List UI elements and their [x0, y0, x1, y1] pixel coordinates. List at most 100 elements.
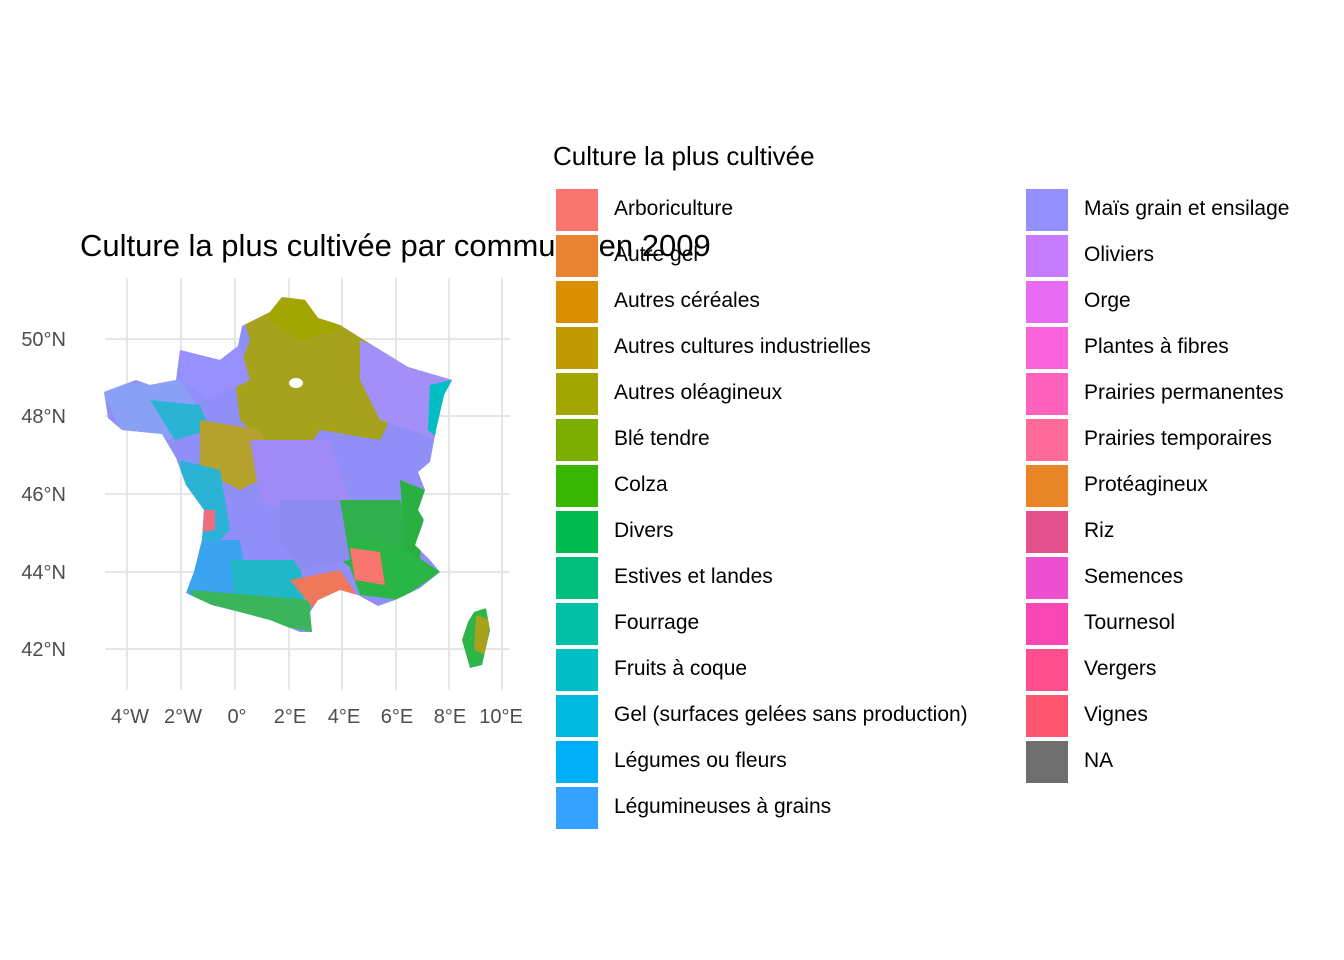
legend-item: NA: [1026, 738, 1289, 784]
legend-item: Riz: [1026, 508, 1289, 554]
legend-label: Orge: [1084, 289, 1131, 312]
legend-swatch: [1026, 603, 1068, 645]
legend-item: Légumes ou fleurs: [556, 738, 968, 784]
legend-swatch: [556, 603, 598, 645]
x-tick-label: 6°E: [381, 706, 413, 728]
legend-label: Prairies temporaires: [1084, 427, 1272, 450]
legend-item: Autres céréales: [556, 278, 968, 324]
x-tick-label: 0°: [227, 706, 246, 728]
legend-swatch: [1026, 373, 1068, 415]
legend-item: Orge: [1026, 278, 1289, 324]
legend-item: Autre gel: [556, 232, 968, 278]
legend-label: Gel (surfaces gelées sans production): [614, 703, 968, 726]
y-axis-labels: 50°N 48°N 46°N 44°N 42°N: [21, 329, 66, 661]
legend-swatch: [556, 327, 598, 369]
y-tick-label: 48°N: [21, 406, 66, 428]
legend-swatch: [1026, 741, 1068, 783]
legend-swatch: [1026, 419, 1068, 461]
legend-item: Divers: [556, 508, 968, 554]
legend-item: Oliviers: [1026, 232, 1289, 278]
legend-item: Maïs grain et ensilage: [1026, 186, 1289, 232]
legend-label: NA: [1084, 749, 1114, 772]
legend-item: Fruits à coque: [556, 646, 968, 692]
legend-swatch: [1026, 189, 1068, 231]
legend-swatch: [1026, 281, 1068, 323]
legend-item: Arboriculture: [556, 186, 968, 232]
legend-item: Fourrage: [556, 600, 968, 646]
vineyard-south: [350, 548, 385, 585]
legend-swatch: [556, 419, 598, 461]
legend-item: Autres cultures industrielles: [556, 324, 968, 370]
bordeaux-area: [200, 510, 215, 532]
paris-area: [289, 378, 303, 388]
legend-label: Autre gel: [614, 243, 699, 266]
legend-column-right: Maïs grain et ensilage Oliviers Orge Plante…: [1026, 186, 1289, 784]
legend-label: Protéagineux: [1084, 473, 1208, 496]
legend-swatch: [1026, 511, 1068, 553]
figure: Culture la plus cultivée par commune en …: [0, 0, 1344, 960]
legend-label: Maïs grain et ensilage: [1084, 197, 1290, 220]
legend-label: Oliviers: [1084, 243, 1155, 266]
legend-label: Plantes à fibres: [1084, 335, 1229, 358]
legend-label: Arboriculture: [614, 197, 734, 220]
legend-item: Estives et landes: [556, 554, 968, 600]
legend-item: Semences: [1026, 554, 1289, 600]
legend-label: Légumes ou fleurs: [614, 749, 787, 772]
legend-swatch: [1026, 695, 1068, 737]
legend-item: Prairies temporaires: [1026, 416, 1289, 462]
x-tick-label: 4°W: [111, 706, 149, 728]
legend-swatch: [556, 787, 598, 829]
legend-item: Autres oléagineux: [556, 370, 968, 416]
legend-item: Vignes: [1026, 692, 1289, 738]
legend-label: Colza: [614, 473, 668, 496]
legend-swatch: [1026, 465, 1068, 507]
x-tick-label: 8°E: [434, 706, 466, 728]
legend-item: Colza: [556, 462, 968, 508]
legend-label: Fruits à coque: [614, 657, 748, 680]
legend-item: Légumineuses à grains: [556, 784, 968, 830]
legend-item: Prairies permanentes: [1026, 370, 1289, 416]
legend-label: Semences: [1084, 565, 1184, 588]
y-tick-label: 46°N: [21, 484, 66, 506]
legend-swatch: [556, 465, 598, 507]
legend-item: Gel (surfaces gelées sans production): [556, 692, 968, 738]
legend-swatch: [1026, 557, 1068, 599]
legend-label: Prairies permanentes: [1084, 381, 1284, 404]
legend-swatch: [556, 741, 598, 783]
legend-swatch: [556, 281, 598, 323]
x-tick-label: 10°E: [479, 706, 523, 728]
legend-item: Plantes à fibres: [1026, 324, 1289, 370]
legend-label: Légumineuses à grains: [614, 795, 832, 818]
legend-swatch: [1026, 235, 1068, 277]
legend-label: Tournesol: [1084, 611, 1176, 634]
legend-item: Blé tendre: [556, 416, 968, 462]
legend-swatch: [1026, 327, 1068, 369]
legend-label: Autres céréales: [614, 289, 760, 312]
legend-swatch: [556, 557, 598, 599]
legend-swatch: [556, 373, 598, 415]
legend-swatch: [1026, 649, 1068, 691]
legend-label: Autres oléagineux: [614, 381, 783, 404]
legend-swatch: [556, 649, 598, 691]
legend-swatch: [556, 235, 598, 277]
legend-title: Culture la plus cultivée: [553, 141, 815, 171]
x-tick-label: 2°E: [274, 706, 306, 728]
legend-label: Estives et landes: [614, 565, 773, 588]
x-axis-labels: 4°W 2°W 0° 2°E 4°E 6°E 8°E 10°E: [111, 706, 523, 728]
legend-item: Vergers: [1026, 646, 1289, 692]
x-tick-label: 2°W: [164, 706, 202, 728]
legend-label: Divers: [614, 519, 674, 542]
legend-label: Vergers: [1084, 657, 1157, 680]
legend-label: Autres cultures industrielles: [614, 335, 871, 358]
legend-label: Blé tendre: [614, 427, 710, 450]
legend-swatch: [556, 511, 598, 553]
legend-label: Riz: [1084, 519, 1115, 542]
legend-swatch: [556, 189, 598, 231]
y-tick-label: 44°N: [21, 562, 66, 584]
legend-column-left: Arboriculture Autre gel Autres céréales Aut…: [556, 186, 968, 830]
x-tick-label: 4°E: [328, 706, 360, 728]
y-tick-label: 50°N: [21, 329, 66, 351]
legend-label: Vignes: [1084, 703, 1148, 726]
france-communes: [104, 297, 490, 668]
legend-item: Tournesol: [1026, 600, 1289, 646]
